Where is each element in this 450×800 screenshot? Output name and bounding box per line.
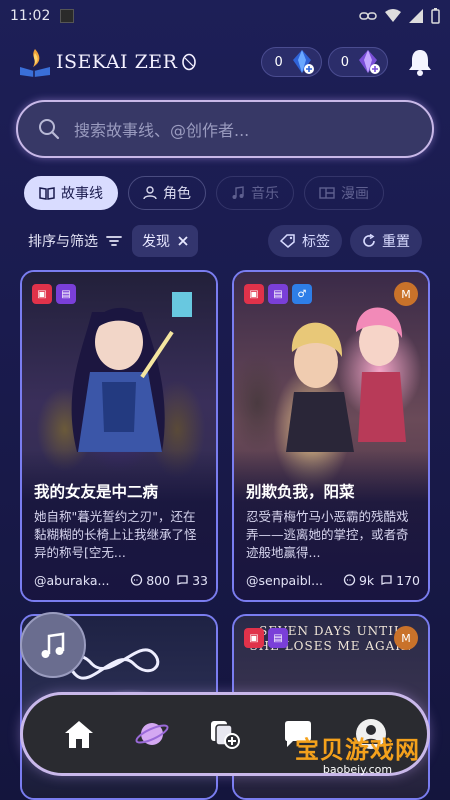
story-title: 别欺负我，阳菜 (246, 483, 355, 501)
search-placeholder: 搜索故事线、@创作者... (74, 121, 250, 140)
reset-button[interactable]: 重置 (350, 225, 422, 257)
watermark: 宝贝游戏网 baobeiy.com (295, 730, 420, 776)
active-filter-tag[interactable]: 发现 (132, 225, 198, 257)
story-author[interactable]: @senpaibl... (246, 573, 337, 588)
male-badge-icon: ♂ (292, 284, 312, 304)
person-icon (143, 186, 157, 200)
tags-label: 标签 (302, 234, 330, 250)
card-badges: ▣ ▤ ♂ (244, 284, 312, 304)
create-icon (210, 721, 240, 749)
music-player-button[interactable] (20, 612, 86, 678)
active-filter-label: 发现 (142, 234, 170, 250)
notification-icon (60, 9, 75, 23)
comment-icon (343, 574, 356, 586)
sort-filter-button[interactable]: 排序与筛选 (28, 231, 122, 251)
refresh-icon (363, 234, 375, 247)
status-icons (359, 8, 440, 24)
bell-icon[interactable] (406, 47, 434, 77)
nav-create[interactable] (203, 712, 247, 756)
blue-gem-icon (292, 50, 314, 74)
card-badges: ▣ ▤ (244, 628, 288, 648)
comic-icon (319, 187, 335, 199)
chat-badge-icon: ▣ (244, 284, 264, 304)
comment-count-value: 800 (146, 573, 171, 588)
close-icon[interactable] (178, 236, 188, 246)
signal-icon (409, 9, 423, 23)
tags-button[interactable]: 标签 (268, 225, 342, 257)
reset-label: 重置 (382, 234, 410, 250)
chat-badge-icon: ▣ (32, 284, 52, 304)
app-title: ISEKAI ZER (56, 51, 178, 73)
status-time: 11:02 (10, 8, 51, 24)
book-icon (39, 187, 55, 200)
music-note-icon (232, 186, 244, 199)
chat-count-value: 33 (192, 573, 208, 588)
image-badge-icon: ▤ (268, 628, 288, 648)
tag-icon (280, 234, 295, 248)
mature-badge: M (394, 282, 418, 306)
chat-bubble-icon (177, 575, 188, 585)
app-header: ISEKAI ZER 0 0 (18, 42, 434, 82)
search-icon (39, 119, 60, 140)
image-badge-icon: ▤ (56, 284, 76, 304)
story-card[interactable]: ▣ ▤ ♂ M 别欺负我，阳菜 忍受青梅竹马小恶霸的残酷戏弄——逃离她的掌控，或… (232, 270, 430, 602)
purple-gem-icon (359, 50, 380, 74)
logo-o-emblem-icon (182, 53, 197, 71)
blue-gem-count: 0 (274, 54, 283, 70)
story-title: 我的女友是中二病 (34, 483, 159, 501)
content-type-tabs: 故事线 角色 音乐 漫画 (24, 176, 384, 210)
planet-icon (135, 723, 169, 745)
comment-count: 800 (130, 573, 170, 588)
story-description: 她自称"暮光誓约之刃"，还在黏糊糊的长椅上让我继承了怪异的称号[空无... (34, 509, 197, 560)
nav-home[interactable] (57, 712, 101, 756)
story-meta: @senpaibl... 9k 170 (246, 573, 420, 588)
chat-count: 170 (380, 573, 420, 588)
comment-count: 9k (343, 573, 374, 588)
tab-music[interactable]: 音乐 (216, 176, 294, 210)
tab-comics-label: 漫画 (341, 186, 369, 202)
story-card[interactable]: ▣ ▤ 我的女友是中二病 她自称"暮光誓约之刃"，还在黏糊糊的长椅上让我继承了怪… (20, 270, 218, 602)
story-author[interactable]: @aburaka... (34, 573, 124, 588)
chat-badge-icon: ▣ (244, 628, 264, 648)
chat-count-value: 170 (396, 573, 420, 588)
tab-storylines[interactable]: 故事线 (24, 176, 118, 210)
chat-bubble-icon (381, 575, 392, 585)
filter-row: 排序与筛选 发现 标签 重置 (28, 224, 422, 258)
comment-count-value: 9k (358, 573, 375, 588)
story-meta: @aburaka... 800 33 (34, 573, 208, 588)
filter-icon (106, 236, 122, 246)
tab-characters[interactable]: 角色 (128, 176, 206, 210)
tab-comics[interactable]: 漫画 (304, 176, 384, 210)
nav-explore[interactable] (130, 712, 174, 756)
link-icon (359, 12, 377, 20)
watermark-text: 宝贝游戏网 (295, 736, 420, 764)
book-flame-logo-icon (20, 49, 50, 77)
card-badges: ▣ ▤ (32, 284, 76, 304)
status-bar: 11:02 (0, 0, 450, 32)
chat-count: 33 (176, 573, 208, 588)
blue-gem-balance[interactable]: 0 (261, 47, 322, 77)
image-badge-icon: ▤ (268, 284, 288, 304)
tab-characters-label: 角色 (163, 186, 191, 202)
home-icon (65, 721, 94, 748)
mature-badge: M (394, 626, 418, 650)
battery-icon (431, 8, 440, 24)
sort-filter-label: 排序与筛选 (28, 234, 98, 250)
story-description: 忍受青梅竹马小恶霸的残酷戏弄——逃离她的掌控，或者奇迹般地赢得... (246, 509, 409, 560)
app-logo: ISEKAI ZER (18, 47, 197, 77)
tab-music-label: 音乐 (251, 186, 279, 202)
search-bar[interactable]: 搜索故事线、@创作者... (16, 100, 434, 158)
wifi-icon (385, 9, 401, 22)
comment-icon (131, 574, 143, 586)
purple-gem-balance[interactable]: 0 (327, 47, 388, 77)
music-note-icon (41, 632, 65, 658)
purple-gem-count: 0 (340, 54, 349, 70)
tab-storylines-label: 故事线 (61, 186, 103, 202)
